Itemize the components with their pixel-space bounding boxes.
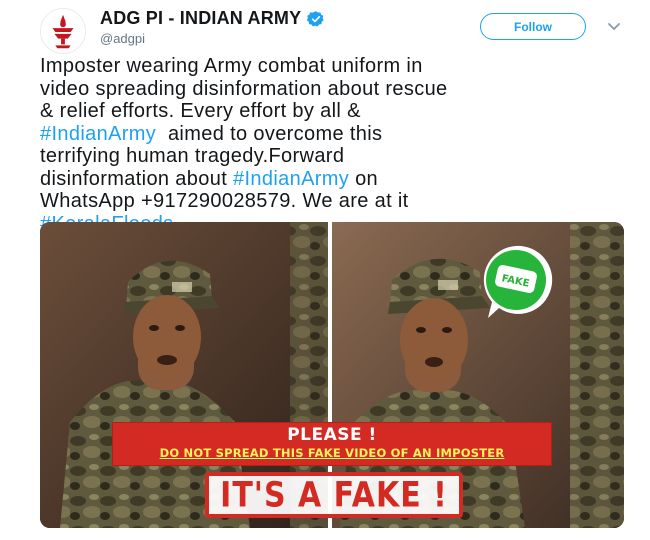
tweet-text-segment: terrifying human tragedy.Forward [40,145,345,167]
tweet-text-segment: WhatsApp +917290028579. We are at it [40,190,409,212]
tweet-text-segment: disinformation about [40,167,234,190]
warning-subtitle: DO NOT SPREAD THIS FAKE VIDEO OF AN IMPO… [159,446,505,460]
tweet-text-line: disinformation about #IndianArmy on [40,168,640,191]
army-emblem-icon [41,9,85,53]
tweet-media[interactable]: FAKE PLEASE ! DO NOT SPREAD THIS FAKE VI… [40,222,624,528]
chevron-down-icon[interactable] [606,18,622,34]
follow-button[interactable]: Follow [480,13,586,40]
hashtag-link[interactable]: #IndianArmy [40,123,156,145]
tweet-card: ADG PI - INDIAN ARMY @adgpi Follow Impos… [0,0,650,540]
tweet-text-line: WhatsApp +917290028579. We are at it [40,190,640,213]
tweet-text-segment: video spreading disinformation about res… [40,77,448,100]
tweet-text-line: terrifying human tragedy.Forward [40,145,640,168]
tweet-text: Imposter wearing Army combat uniform in v… [40,55,640,235]
fake-stamp: IT'S A FAKE ! [205,472,463,518]
tweet-text-line: Imposter wearing Army combat uniform in [40,55,640,78]
avatar[interactable] [40,8,86,54]
tweet-text-segment: aimed to overcome this [156,122,383,145]
fake-stamp-text: IT'S A FAKE ! [220,474,448,516]
tweet-text-segment: & relief efforts. Every effort by all & [40,100,361,122]
hashtag-link[interactable]: #IndianArmy [233,168,349,190]
tweet-text-segment: on [349,167,379,190]
tweet-text-line: #IndianArmy aimed to overcome this [40,123,640,146]
warning-title: PLEASE ! [287,425,377,445]
author-name-row: ADG PI - INDIAN ARMY [100,8,325,29]
display-name[interactable]: ADG PI - INDIAN ARMY [100,8,301,29]
verified-badge-icon [307,10,324,26]
tweet-text-line: video spreading disinformation about res… [40,78,640,101]
warning-banner: PLEASE ! DO NOT SPREAD THIS FAKE VIDEO O… [112,422,552,466]
tweet-text-line: & relief efforts. Every effort by all & [40,100,640,123]
tweet-text-segment: Imposter wearing Army combat uniform in [40,55,423,77]
author-handle[interactable]: @adgpi [100,31,145,46]
